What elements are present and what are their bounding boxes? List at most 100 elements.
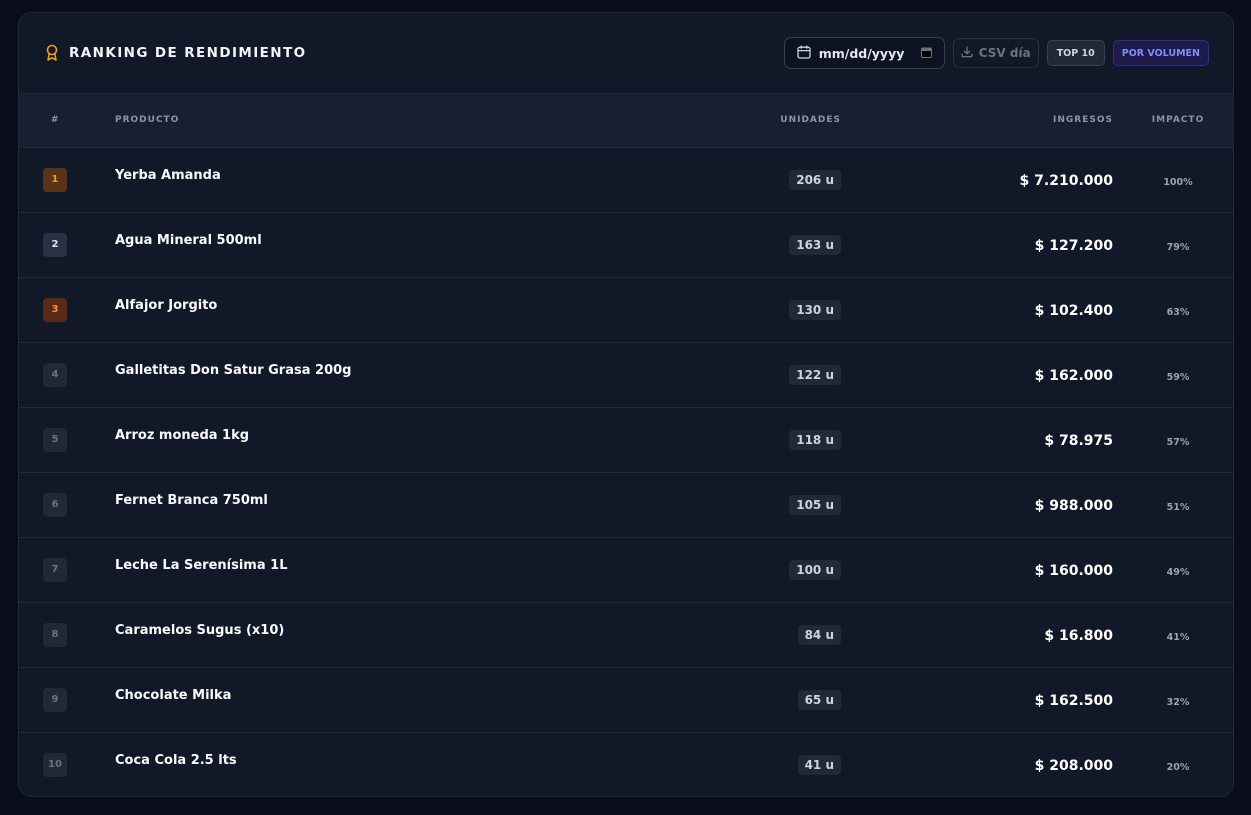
impact-value: 20% [1166, 762, 1190, 774]
table-row[interactable]: 6 Fernet Branca 750ml 105 u $ 988.000 51% [19, 472, 1233, 537]
col-rank-header: # [19, 94, 91, 148]
rank-badge: 5 [43, 427, 67, 452]
rank-cell: 5 [19, 407, 91, 472]
revenue-value: $ 78.975 [1044, 433, 1113, 449]
revenue-cell: $ 988.000 [841, 472, 1113, 537]
revenue-value: $ 102.400 [1034, 303, 1113, 319]
product-name: Agua Mineral 500ml [115, 233, 262, 248]
units-cell: 100 u [731, 537, 841, 602]
impact-cell: 100% [1113, 147, 1233, 212]
units-pill: 206 u [789, 170, 841, 190]
impact-value: 49% [1166, 567, 1190, 578]
table-row[interactable]: 3 Alfajor Jorgito 130 u $ 102.400 63% [19, 277, 1233, 342]
product-cell: Fernet Branca 750ml [91, 472, 731, 537]
date-picker-icon[interactable] [920, 46, 932, 61]
rank-badge: 7 [43, 557, 67, 582]
revenue-value: $ 127.200 [1034, 238, 1113, 254]
units-cell: 65 u [731, 667, 841, 732]
table-row[interactable]: 1 Yerba Amanda 206 u $ 7.210.000 100% [19, 147, 1233, 212]
top-10-badge[interactable]: TOP 10 [1046, 40, 1105, 66]
product-cell: Arroz moneda 1kg [91, 407, 731, 472]
ranking-panel: RANKING DE RENDIMIENTO mm/dd/yyyy CSV dí… [18, 12, 1234, 797]
units-pill: 105 u [789, 495, 841, 515]
controls: mm/dd/yyyy CSV día TOP 10 POR VOLUMEN [783, 37, 1209, 69]
revenue-value: $ 160.000 [1034, 563, 1113, 579]
impact-cell: 20% [1113, 732, 1233, 796]
rank-badge: 3 [43, 297, 67, 322]
units-cell: 206 u [731, 147, 841, 212]
units-cell: 163 u [731, 212, 841, 277]
rank-badge: 8 [43, 622, 67, 647]
product-cell: Caramelos Sugus (x10) [91, 602, 731, 667]
table-row[interactable]: 4 Galletitas Don Satur Grasa 200g 122 u $ 1… [19, 342, 1233, 407]
table-row[interactable]: 5 Arroz moneda 1kg 118 u $ 78.975 57% [19, 407, 1233, 472]
product-cell: Leche La Serenísima 1L [91, 537, 731, 602]
table-row[interactable]: 7 Leche La Serenísima 1L 100 u $ 160.000 49% [19, 537, 1233, 602]
impact-value: 51% [1166, 502, 1190, 513]
impact-cell: 49% [1113, 537, 1233, 602]
revenue-cell: $ 78.975 [841, 407, 1113, 472]
revenue-cell: $ 102.400 [841, 277, 1113, 342]
date-input[interactable]: mm/dd/yyyy [783, 37, 945, 69]
revenue-cell: $ 208.000 [841, 732, 1113, 796]
units-cell: 130 u [731, 277, 841, 342]
revenue-value: $ 988.000 [1034, 498, 1113, 514]
rank-cell: 9 [19, 667, 91, 732]
revenue-value: $ 162.000 [1034, 368, 1113, 384]
units-pill: 41 u [797, 755, 841, 776]
impact-value: 57% [1166, 437, 1190, 448]
rank-badge: 4 [43, 362, 67, 387]
table-row[interactable]: 2 Agua Mineral 500ml 163 u $ 127.200 79% [19, 212, 1233, 277]
units-cell: 122 u [731, 342, 841, 407]
rank-cell: 7 [19, 537, 91, 602]
revenue-cell: $ 7.210.000 [841, 147, 1113, 212]
csv-button-label: CSV día [978, 46, 1031, 60]
award-icon [45, 44, 59, 62]
title-wrap: RANKING DE RENDIMIENTO [45, 44, 306, 62]
table-row[interactable]: 8 Caramelos Sugus (x10) 84 u $ 16.800 41% [19, 602, 1233, 667]
revenue-cell: $ 160.000 [841, 537, 1113, 602]
table-body: 1 Yerba Amanda 206 u $ 7.210.000 100% 2 Agua M… [19, 147, 1233, 796]
product-cell: Chocolate Milka [91, 667, 731, 732]
impact-value: 79% [1166, 242, 1190, 253]
units-cell: 41 u [731, 732, 841, 796]
rank-cell: 8 [19, 602, 91, 667]
impact-cell: 51% [1113, 472, 1233, 537]
impact-cell: 79% [1113, 212, 1233, 277]
panel-title: RANKING DE RENDIMIENTO [69, 45, 307, 61]
impact-cell: 41% [1113, 602, 1233, 667]
revenue-value: $ 208.000 [1034, 758, 1113, 775]
product-cell: Alfajor Jorgito [91, 277, 731, 342]
product-name: Fernet Branca 750ml [115, 493, 268, 508]
download-icon [961, 45, 973, 61]
rank-cell: 6 [19, 472, 91, 537]
product-cell: Agua Mineral 500ml [91, 212, 731, 277]
rank-badge: 2 [43, 232, 67, 257]
units-pill: 100 u [789, 560, 841, 580]
units-pill: 163 u [789, 235, 841, 255]
revenue-value: $ 7.210.000 [1019, 173, 1113, 189]
table-row[interactable]: 10 Coca Cola 2.5 lts 41 u $ 208.000 20% [19, 732, 1233, 796]
revenue-cell: $ 162.500 [841, 667, 1113, 732]
product-cell: Galletitas Don Satur Grasa 200g [91, 342, 731, 407]
units-pill: 122 u [789, 365, 841, 385]
rank-cell: 4 [19, 342, 91, 407]
impact-value: 100% [1163, 177, 1193, 188]
table-header-row: # PRODUCTO UNIDADES INGRESOS IMPACTO [19, 94, 1233, 148]
product-name: Caramelos Sugus (x10) [115, 623, 285, 638]
rank-cell: 2 [19, 212, 91, 277]
units-cell: 84 u [731, 602, 841, 667]
order-by-volume-badge[interactable]: POR VOLUMEN [1112, 40, 1209, 66]
product-cell: Coca Cola 2.5 lts [91, 732, 731, 796]
impact-cell: 32% [1113, 667, 1233, 732]
ranking-table: # PRODUCTO UNIDADES INGRESOS IMPACTO 1 Ye… [19, 94, 1233, 796]
csv-download-button[interactable]: CSV día [952, 38, 1039, 68]
units-pill: 118 u [789, 430, 841, 450]
rank-badge: 1 [43, 167, 67, 192]
product-cell: Yerba Amanda [91, 147, 731, 212]
rank-cell: 1 [19, 147, 91, 212]
impact-value: 32% [1166, 697, 1190, 708]
impact-cell: 59% [1113, 342, 1233, 407]
table-row[interactable]: 9 Chocolate Milka 65 u $ 162.500 32% [19, 667, 1233, 732]
units-cell: 118 u [731, 407, 841, 472]
